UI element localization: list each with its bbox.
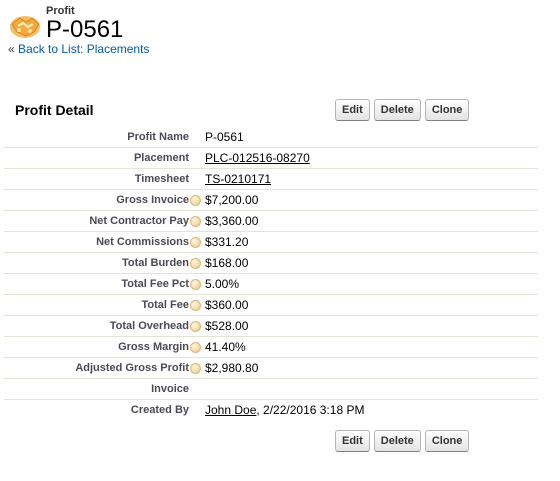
timesheet-link[interactable]: TS-0210171: [205, 172, 271, 186]
help-icon[interactable]: [190, 321, 201, 332]
field-row-gross-invoice: Gross Invoice $7,200.00: [4, 190, 538, 211]
field-label: Created By: [130, 404, 189, 416]
field-label: Total Fee Pct: [121, 278, 189, 290]
field-row-total-overhead: Total Overhead $528.00: [4, 316, 538, 337]
help-icon[interactable]: [190, 363, 201, 374]
help-icon[interactable]: [190, 342, 201, 353]
field-row-placement: Placement PLC-012516-08270: [4, 148, 538, 169]
help-icon[interactable]: [190, 300, 201, 311]
help-icon[interactable]: [190, 195, 201, 206]
field-label: Total Overhead: [109, 320, 189, 332]
field-row-adjusted-gross-profit: Adjusted Gross Profit $2,980.80: [4, 358, 538, 379]
field-value: $2,980.80: [205, 361, 259, 375]
handshake-icon: [10, 16, 40, 38]
field-row-gross-margin: Gross Margin 41.40%: [4, 337, 538, 358]
field-row-created-by: Created By John Doe, 2/22/2016 3:18 PM: [4, 400, 538, 421]
field-label: Total Fee: [141, 299, 189, 311]
back-arrow-icon: «: [8, 42, 15, 56]
field-value: 41.40%: [205, 340, 246, 354]
field-label: Total Burden: [121, 257, 189, 269]
field-label: Net Contractor Pay: [89, 215, 189, 227]
field-label: Invoice: [151, 383, 189, 395]
top-button-bar: Edit Delete Clone: [335, 99, 470, 121]
field-label: Placement: [133, 152, 189, 164]
field-label: Profit Name: [127, 131, 189, 143]
clone-button[interactable]: Clone: [424, 430, 470, 452]
field-value: $360.00: [205, 298, 249, 312]
field-label: Net Commissions: [96, 236, 189, 248]
delete-button[interactable]: Delete: [373, 99, 421, 121]
field-value: $528.00: [205, 319, 249, 333]
field-value: 5.00%: [205, 277, 240, 291]
page-title: P-0561: [46, 16, 124, 43]
bottom-button-bar: Edit Delete Clone: [335, 430, 470, 452]
help-icon[interactable]: [190, 216, 201, 227]
placement-link[interactable]: PLC-012516-08270: [205, 151, 310, 165]
edit-button[interactable]: Edit: [335, 99, 370, 121]
field-row-total-fee: Total Fee $360.00: [4, 295, 538, 316]
field-row-net-contractor-pay: Net Contractor Pay $3,360.00: [4, 211, 538, 232]
help-icon[interactable]: [190, 237, 201, 248]
edit-button[interactable]: Edit: [335, 430, 370, 452]
field-value: $331.20: [205, 235, 249, 249]
section-title: Profit Detail: [15, 102, 94, 118]
breadcrumb: « Back to List: Placements: [8, 42, 149, 56]
field-label: Adjusted Gross Profit: [75, 362, 189, 374]
field-row-profit-name: Profit Name P-0561: [4, 127, 538, 148]
field-label: Gross Margin: [118, 341, 189, 353]
back-to-list-link[interactable]: Back to List: Placements: [18, 42, 149, 56]
help-icon[interactable]: [190, 258, 201, 269]
created-by-user-link[interactable]: John Doe: [205, 403, 256, 417]
field-row-total-fee-pct: Total Fee Pct 5.00%: [4, 274, 538, 295]
delete-button[interactable]: Delete: [373, 430, 421, 452]
field-row-invoice: Invoice: [4, 379, 538, 400]
created-date: , 2/22/2016 3:18 PM: [256, 403, 365, 417]
field-label: Gross Invoice: [116, 194, 189, 206]
field-value: $7,200.00: [205, 193, 259, 207]
field-row-timesheet: Timesheet TS-0210171: [4, 169, 538, 190]
field-row-total-burden: Total Burden $168.00: [4, 253, 538, 274]
field-row-net-commissions: Net Commissions $331.20: [4, 232, 538, 253]
field-value: $168.00: [205, 256, 249, 270]
detail-fields: Profit Name P-0561 Placement PLC-012516-…: [4, 127, 538, 421]
help-icon[interactable]: [190, 279, 201, 290]
field-value: $3,360.00: [205, 214, 259, 228]
field-value: John Doe, 2/22/2016 3:18 PM: [205, 403, 364, 417]
field-label: Timesheet: [134, 173, 189, 185]
clone-button[interactable]: Clone: [424, 99, 470, 121]
field-value: P-0561: [205, 130, 244, 144]
